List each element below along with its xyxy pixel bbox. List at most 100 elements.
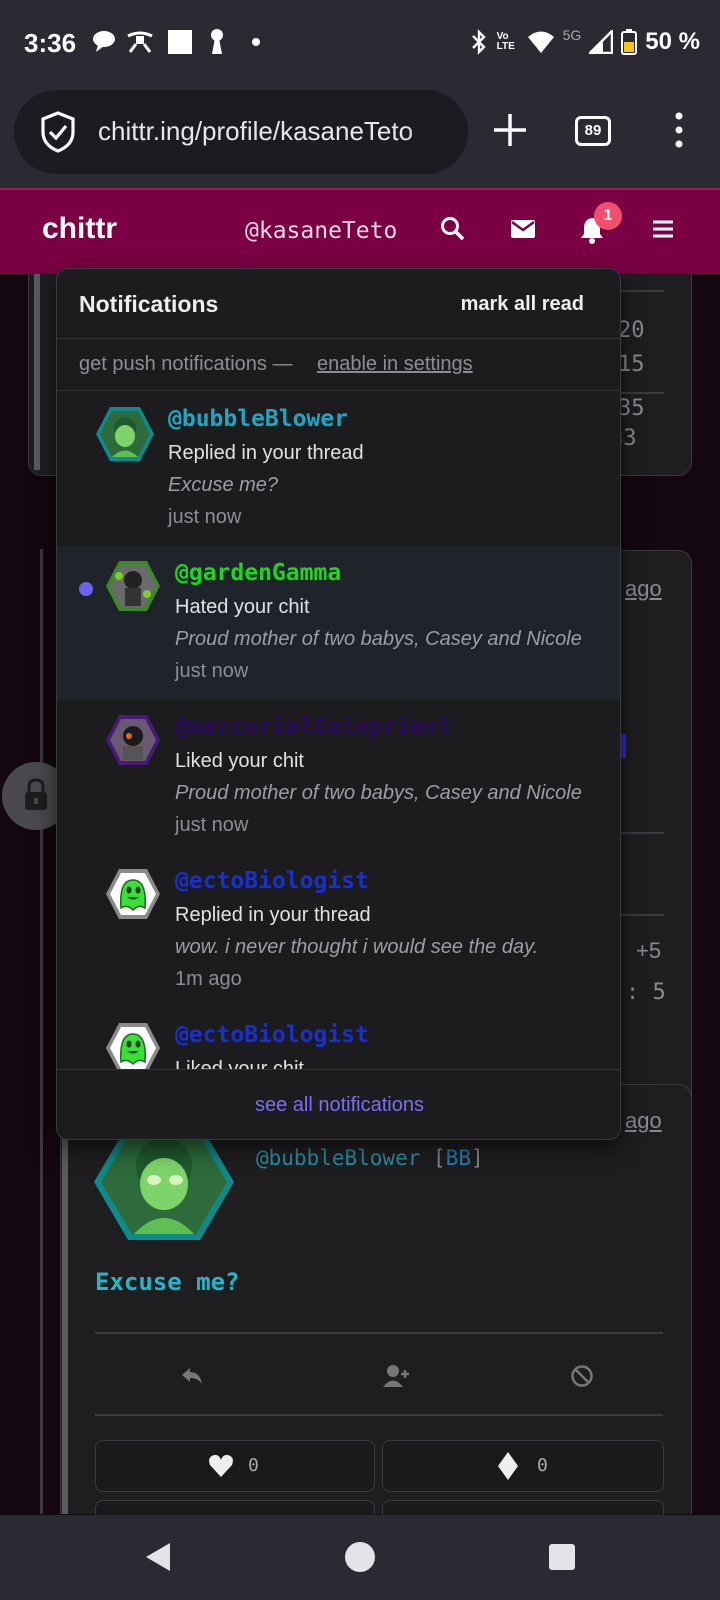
tab-count-button[interactable]: 89 — [575, 116, 611, 146]
bubbleblower-avatar[interactable] — [95, 406, 155, 462]
card1-value-3: 35 — [618, 396, 645, 421]
chit-timestamp[interactable]: ago — [625, 1108, 662, 1134]
notification-action: Replied in your thread — [175, 904, 371, 926]
notification-item[interactable]: @bubbleBlower Replied in your thread Exc… — [57, 392, 620, 546]
notification-snippet: Excuse me? — [168, 474, 279, 496]
card2-timestamp[interactable]: ago — [625, 576, 662, 602]
diamond-reaction-button[interactable]: 0 — [382, 1440, 664, 1492]
notification-snippet: Proud mother of two babys, Casey and Nic… — [175, 628, 582, 650]
volte-label: Vo LTE — [496, 31, 515, 52]
like-reaction-button[interactable]: 0 — [95, 1440, 375, 1492]
keyhole-icon — [211, 29, 223, 54]
chat-bubble-icon — [93, 31, 115, 52]
tag-bracket: [ — [420, 1146, 446, 1170]
see-all-notifications-link[interactable]: see all notifications — [57, 1094, 620, 1117]
brand-logo[interactable]: chittr — [42, 212, 117, 246]
notification-time: 1m ago — [175, 968, 242, 990]
push-hint-text: get push notifications — — [79, 353, 293, 375]
chit-handle-text[interactable]: @bubbleBlower — [256, 1146, 420, 1170]
notification-item[interactable]: @mercurialGuiepriest Liked your chit Pro… — [57, 700, 620, 854]
network-label: 5G — [562, 27, 582, 43]
chit-tag: BB — [445, 1146, 471, 1170]
notification-username[interactable]: @ectoBiologist — [175, 868, 369, 894]
mark-all-read-button[interactable]: mark all read — [461, 293, 584, 316]
chit-avatar[interactable] — [92, 1122, 236, 1242]
heart-icon — [209, 1454, 233, 1477]
push-notification-hint: get push notifications — enable in setti… — [57, 339, 620, 391]
recents-icon[interactable] — [548, 1543, 576, 1571]
notification-username[interactable]: @mercurialGuiepriest — [175, 714, 452, 740]
mercurialguiepriest-avatar[interactable] — [105, 714, 161, 766]
notifications-title: Notifications — [79, 291, 219, 317]
wifi-icon — [527, 31, 554, 53]
notification-action: Replied in your thread — [168, 442, 364, 464]
new-tab-button[interactable] — [490, 110, 530, 150]
card2-stat-2: : 5 — [626, 980, 666, 1005]
notification-time: just now — [175, 660, 249, 682]
notification-count-badge: 1 — [594, 202, 622, 230]
reply-icon[interactable] — [180, 1366, 204, 1386]
more-dot-icon — [252, 38, 260, 46]
browser-toolbar: chittr.ing/profile/kasaneTeto 89 — [0, 88, 720, 188]
notifications-dropdown: Notifications mark all read get push not… — [56, 268, 621, 1140]
gardengamma-avatar[interactable] — [105, 560, 161, 612]
notification-item[interactable]: @ectoBiologist Liked your chit — [57, 1008, 620, 1070]
thread-line — [40, 549, 43, 1514]
enable-in-settings-link[interactable]: enable in settings — [317, 353, 473, 376]
notification-username[interactable]: @bubbleBlower — [168, 406, 348, 432]
notification-action: Liked your chit — [175, 750, 304, 772]
url-text[interactable]: chittr.ing/profile/kasaneTeto — [98, 116, 460, 147]
home-icon[interactable] — [344, 1541, 376, 1573]
search-icon[interactable] — [440, 216, 466, 242]
notification-username[interactable]: @ectoBiologist — [175, 1022, 369, 1048]
follow-user-icon[interactable] — [382, 1364, 410, 1388]
card1-left-border — [34, 274, 40, 470]
current-user-handle[interactable]: @kasaneTeto — [245, 218, 397, 244]
battery-level: 50 % — [645, 28, 700, 55]
status-indicators: Vo LTE 5G 50 % — [469, 27, 700, 56]
app-header: chittr @kasaneTeto 1 — [0, 188, 720, 274]
notification-action: Hated your chit — [175, 596, 310, 618]
battery-icon — [621, 29, 638, 55]
like-count: 0 — [248, 1455, 259, 1476]
mail-icon[interactable] — [510, 219, 536, 239]
block-icon[interactable] — [570, 1364, 594, 1388]
divider — [95, 1332, 663, 1334]
diamond-icon — [498, 1452, 518, 1480]
hamburger-menu-icon[interactable] — [652, 220, 674, 238]
card1-value-2: 15 — [618, 352, 645, 377]
notification-item-unread[interactable]: @gardenGamma Hated your chit Proud mothe… — [57, 546, 620, 700]
diamond-count: 0 — [537, 1455, 548, 1476]
notifications-header: Notifications mark all read — [57, 269, 620, 339]
divider — [95, 1414, 663, 1416]
chit-author[interactable]: @bubbleBlower [BB] — [256, 1146, 484, 1170]
notification-snippet: wow. i never thought i would see the day… — [175, 936, 539, 958]
chit-text: Excuse me? — [95, 1268, 240, 1296]
notification-time: just now — [168, 506, 242, 528]
see-all-row: see all notifications — [57, 1069, 620, 1139]
bluetooth-icon — [471, 29, 486, 55]
card1-value-1: 20 — [618, 318, 645, 343]
notification-item[interactable]: @ectoBiologist Replied in your thread wo… — [57, 854, 620, 1008]
notification-list: @bubbleBlower Replied in your thread Exc… — [57, 392, 620, 1070]
back-icon[interactable] — [144, 1541, 174, 1573]
white-square-icon — [168, 30, 192, 54]
tag-bracket: ] — [470, 1146, 484, 1170]
signal-icon — [589, 30, 614, 54]
system-navigation-bar — [0, 1515, 720, 1600]
notification-snippet: Proud mother of two babys, Casey and Nic… — [175, 782, 582, 804]
lock-icon — [25, 778, 47, 810]
shield-check-icon[interactable] — [38, 110, 78, 154]
drone-icon — [127, 31, 153, 53]
browser-menu-icon[interactable] — [664, 110, 694, 150]
ectobiologist-avatar[interactable] — [105, 1022, 161, 1070]
unread-dot — [79, 582, 93, 596]
card2-stat-1: +5 — [636, 938, 662, 963]
url-bar[interactable]: chittr.ing/profile/kasaneTeto — [14, 90, 468, 174]
status-time: 3:36 — [24, 28, 77, 58]
chit-left-border — [62, 1114, 68, 1514]
notification-username[interactable]: @gardenGamma — [175, 560, 341, 586]
ectobiologist-avatar[interactable] — [105, 868, 161, 920]
status-bar: 3:36 Vo LTE 5G 50 % — [0, 0, 720, 88]
notification-time: just now — [175, 814, 249, 836]
